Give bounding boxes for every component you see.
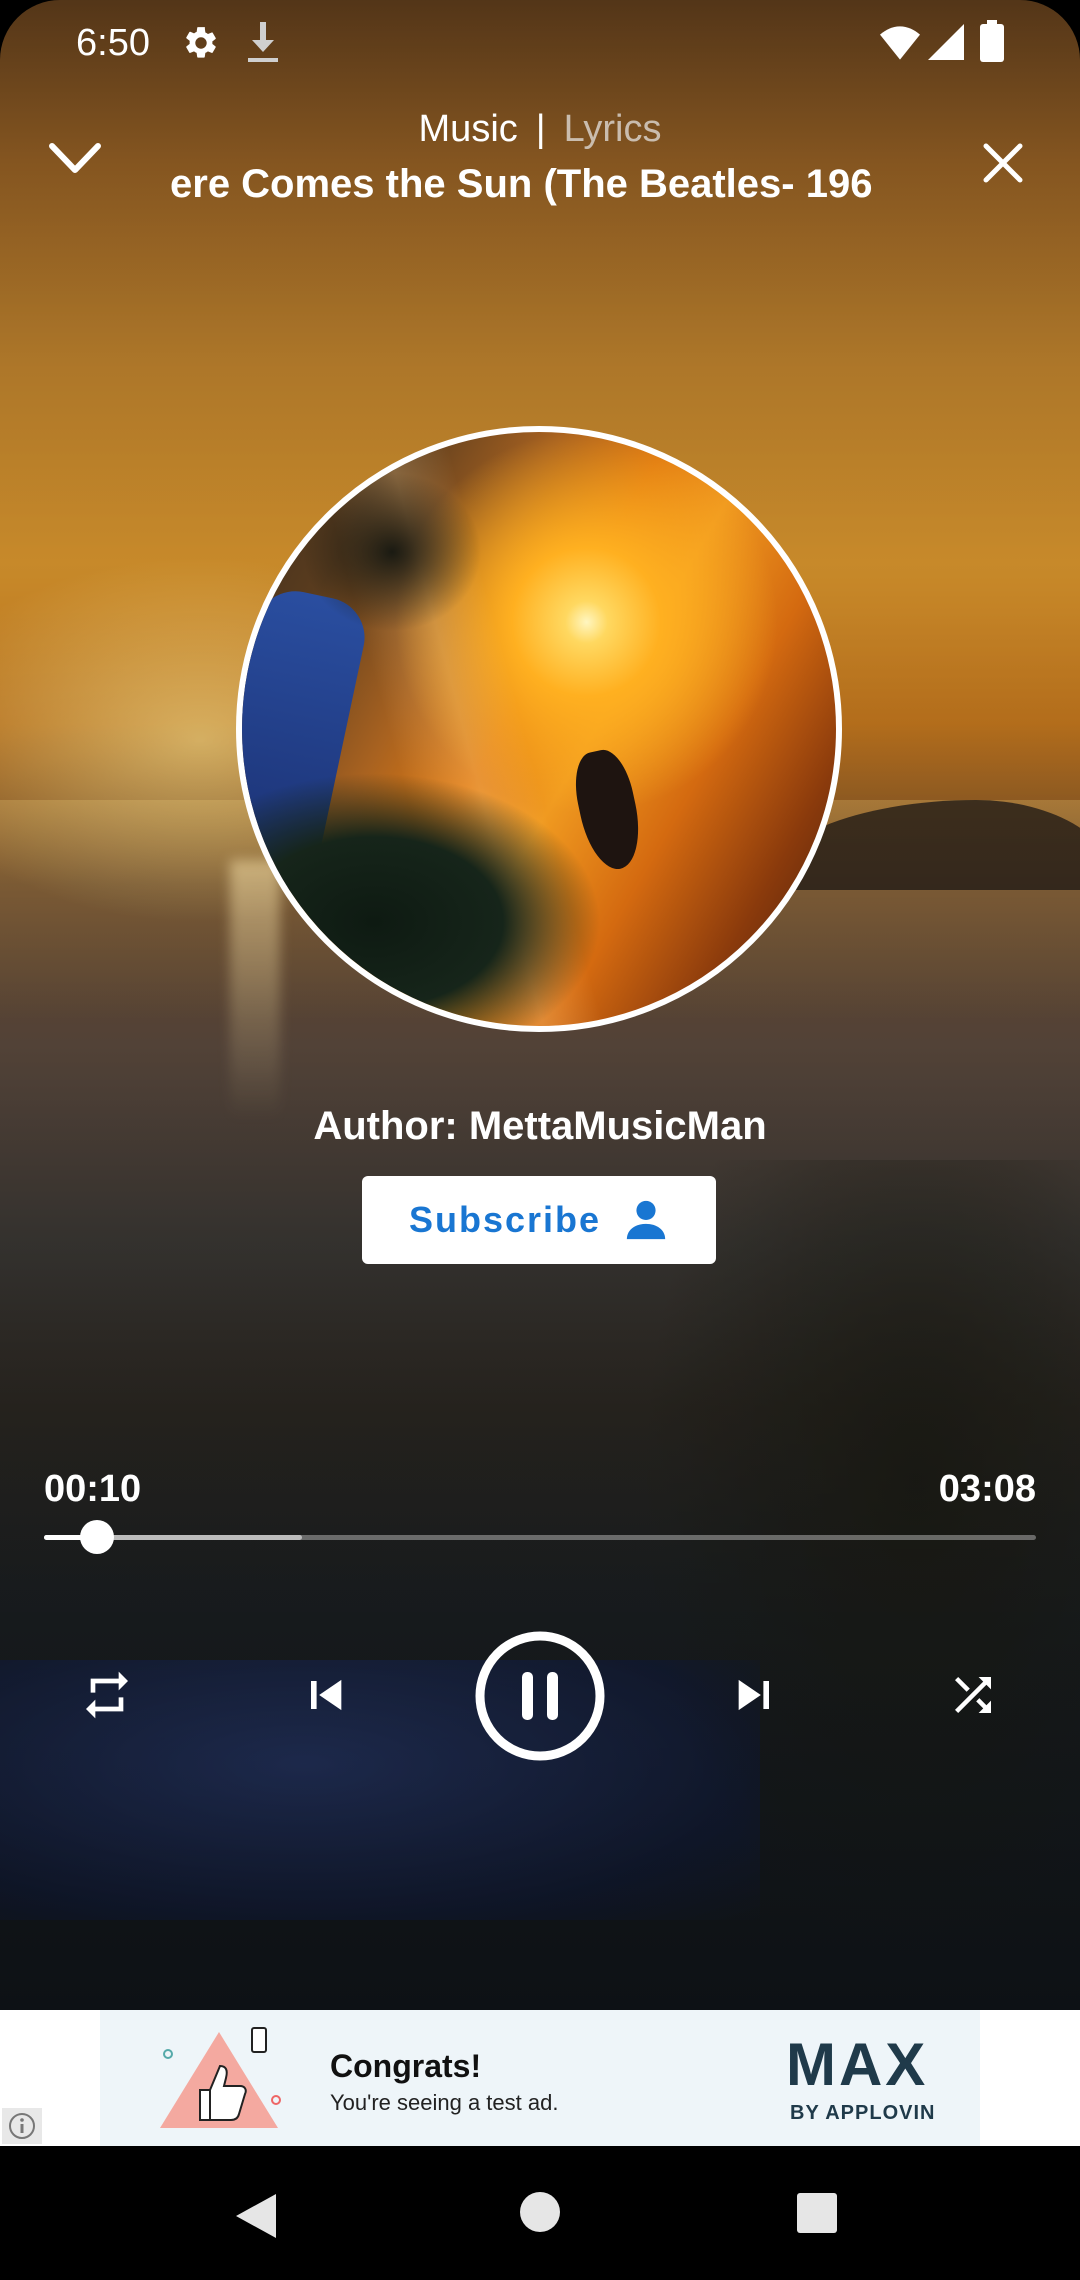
tab-lyrics[interactable]: Lyrics	[564, 108, 662, 150]
song-title-marquee: ere Comes the Sun (The Beatles- 196	[170, 162, 905, 218]
song-title: ere Comes the Sun (The Beatles- 196	[170, 162, 873, 206]
tab-separator: |	[535, 108, 546, 150]
seek-thumb[interactable]	[79, 1520, 114, 1554]
subscribe-button[interactable]: Subscribe	[362, 1176, 716, 1264]
recents-icon[interactable]	[796, 2192, 838, 2234]
previous-track-button[interactable]	[290, 1660, 360, 1730]
author-label: Author: MettaMusicMan	[313, 1104, 767, 1148]
system-nav-bar	[0, 2146, 1080, 2280]
shuffle-button[interactable]	[938, 1660, 1008, 1730]
skip-previous-icon	[311, 1679, 342, 1711]
signal-icon	[928, 24, 964, 65]
album-artwork	[236, 426, 842, 1032]
download-icon	[246, 22, 280, 69]
ad-banner[interactable]: Congrats! You're seeing a test ad. MAX B…	[0, 2010, 1080, 2146]
repeat-icon	[86, 1671, 128, 1719]
music-player-screen: 6:50 Music | Lyrics ere Comes the Sun (The	[0, 0, 1080, 2280]
info-icon[interactable]	[2, 2108, 42, 2144]
status-bar: 6:50	[0, 0, 1080, 90]
ad-subtitle: You're seeing a test ad.	[330, 2090, 559, 2115]
repeat-button[interactable]	[72, 1662, 142, 1728]
player-tabs: Music | Lyrics	[0, 108, 1080, 151]
pause-icon	[475, 1631, 605, 1761]
thumbs-up-icon	[160, 2027, 281, 2128]
home-icon[interactable]	[518, 2190, 562, 2234]
tab-music[interactable]: Music	[419, 108, 518, 150]
artwork-palm-bottom	[242, 772, 602, 1026]
seek-bar[interactable]	[44, 1520, 1036, 1554]
close-icon	[983, 143, 1023, 183]
artwork-palm-top	[302, 472, 482, 632]
total-time: 03:08	[938, 1468, 1036, 1510]
ad-logo-max: MAX	[786, 2031, 929, 2098]
ad-content[interactable]: Congrats! You're seeing a test ad. MAX B…	[100, 2010, 980, 2146]
next-track-button[interactable]	[720, 1660, 790, 1730]
back-icon[interactable]	[232, 2190, 282, 2242]
subscribe-label: Subscribe	[408, 1199, 602, 1240]
elapsed-time: 00:10	[44, 1468, 142, 1510]
ad-logo-by: BY APPLOVIN	[790, 2102, 936, 2124]
ad-title: Congrats!	[330, 2048, 482, 2084]
wifi-icon	[880, 26, 920, 65]
settings-icon	[182, 24, 220, 67]
shuffle-icon	[955, 1677, 991, 1713]
person-icon	[626, 1200, 666, 1240]
skip-next-icon	[738, 1679, 769, 1711]
close-player-button[interactable]	[970, 130, 1036, 196]
status-time: 6:50	[76, 22, 150, 64]
play-pause-button[interactable]	[474, 1630, 606, 1762]
battery-icon	[980, 20, 1004, 67]
